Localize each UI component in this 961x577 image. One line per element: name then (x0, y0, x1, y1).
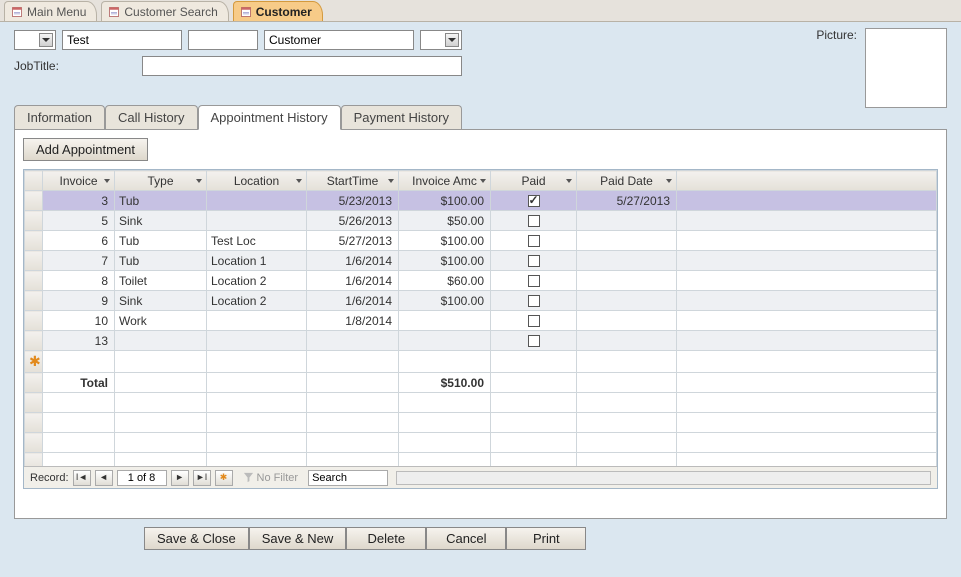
chevron-down-icon[interactable] (194, 176, 204, 186)
total-row: Total$510.00 (25, 373, 937, 393)
form-icon (108, 6, 120, 18)
col-header-invoice[interactable]: Invoice (43, 171, 115, 191)
row-selector[interactable] (25, 211, 43, 231)
picture-frame[interactable] (865, 28, 947, 108)
col-header-starttime[interactable]: StartTime (307, 171, 399, 191)
chevron-down-icon[interactable] (294, 176, 304, 186)
filter-icon (243, 472, 254, 483)
doc-tab-customer[interactable]: Customer (233, 1, 323, 21)
customer-form: JobTitle: Picture: InformationCall Histo… (0, 22, 961, 577)
row-selector[interactable] (25, 291, 43, 311)
chevron-down-icon[interactable] (564, 176, 574, 186)
col-header-invoice-amc[interactable]: Invoice Amc (399, 171, 491, 191)
nav-first-button[interactable]: I◄ (73, 470, 91, 486)
paid-checkbox[interactable] (528, 275, 540, 287)
tab-payment-history[interactable]: Payment History (341, 105, 462, 130)
form-icon (240, 6, 252, 18)
print-button[interactable]: Print (506, 527, 586, 550)
middle-name-input[interactable] (188, 30, 258, 50)
no-filter-label: No Filter (243, 472, 299, 484)
nav-prev-button[interactable]: ◄ (95, 470, 113, 486)
tab-call-history[interactable]: Call History (105, 105, 197, 130)
jobtitle-row: JobTitle: (14, 56, 947, 76)
tab-information[interactable]: Information (14, 105, 105, 130)
col-header-paid[interactable]: Paid (491, 171, 577, 191)
add-appointment-button[interactable]: Add Appointment (23, 138, 148, 161)
record-counter[interactable] (117, 470, 167, 486)
paid-checkbox[interactable] (528, 295, 540, 307)
row-selector[interactable] (25, 251, 43, 271)
paid-checkbox[interactable] (528, 315, 540, 327)
delete-button[interactable]: Delete (346, 527, 426, 550)
table-row[interactable]: 10Work1/8/2014 (25, 311, 937, 331)
doc-tab-main-menu[interactable]: Main Menu (4, 1, 97, 21)
col-header-paid-date[interactable]: Paid Date (577, 171, 677, 191)
table-row[interactable]: 5Sink5/26/2013$50.00 (25, 211, 937, 231)
picture-label: Picture: (816, 28, 857, 42)
chevron-down-icon[interactable] (39, 33, 53, 47)
jobtitle-input[interactable] (142, 56, 462, 76)
paid-checkbox[interactable] (528, 235, 540, 247)
action-buttons: Save & Close Save & New Delete Cancel Pr… (144, 527, 947, 550)
table-row[interactable]: 13 (25, 331, 937, 351)
table-row[interactable]: 9SinkLocation 21/6/2014$100.00 (25, 291, 937, 311)
col-header-type[interactable]: Type (115, 171, 207, 191)
paid-checkbox[interactable] (528, 335, 540, 347)
suffix-combo[interactable] (420, 30, 462, 50)
select-all-cell[interactable] (25, 171, 43, 191)
horizontal-scrollbar[interactable] (396, 471, 931, 485)
detail-tabs: InformationCall HistoryAppointment Histo… (14, 104, 947, 129)
table-row[interactable]: 7TubLocation 11/6/2014$100.00 (25, 251, 937, 271)
col-header-location[interactable]: Location (207, 171, 307, 191)
last-name-input[interactable] (264, 30, 414, 50)
cancel-button[interactable]: Cancel (426, 527, 506, 550)
save-close-button[interactable]: Save & Close (144, 527, 249, 550)
paid-checkbox[interactable] (528, 255, 540, 267)
form-icon (11, 6, 23, 18)
save-new-button[interactable]: Save & New (249, 527, 347, 550)
chevron-down-icon[interactable] (478, 176, 488, 186)
new-record-row[interactable]: ✱ (25, 351, 937, 373)
nav-new-button[interactable]: ✱ (215, 470, 233, 486)
nav-last-button[interactable]: ►I (193, 470, 211, 486)
row-selector[interactable] (25, 231, 43, 251)
chevron-down-icon[interactable] (102, 176, 112, 186)
table-row[interactable]: 3Tub5/23/2013$100.005/27/2013 (25, 191, 937, 211)
chevron-down-icon[interactable] (664, 176, 674, 186)
chevron-down-icon[interactable] (445, 33, 459, 47)
row-selector[interactable] (25, 191, 43, 211)
row-selector[interactable] (25, 331, 43, 351)
table-row[interactable]: 8ToiletLocation 21/6/2014$60.00 (25, 271, 937, 291)
nav-next-button[interactable]: ► (171, 470, 189, 486)
chevron-down-icon[interactable] (386, 176, 396, 186)
record-label: Record: (30, 472, 69, 484)
doc-tab-customer-search[interactable]: Customer Search (101, 1, 228, 21)
search-input[interactable] (308, 470, 388, 486)
document-tabs: Main Menu Customer Search Customer (0, 0, 961, 22)
record-navigator: Record: I◄ ◄ ► ►I ✱ No Filter (24, 466, 937, 488)
jobtitle-label: JobTitle: (14, 59, 134, 73)
tab-appointment-history[interactable]: Appointment History (198, 105, 341, 130)
prefix-combo[interactable] (14, 30, 56, 50)
paid-checkbox[interactable] (528, 215, 540, 227)
appointment-history-page: Add Appointment InvoiceTypeLocationStart… (14, 129, 947, 519)
appointments-grid[interactable]: InvoiceTypeLocationStartTimeInvoice AmcP… (23, 169, 938, 489)
row-selector[interactable] (25, 311, 43, 331)
row-selector[interactable] (25, 271, 43, 291)
paid-checkbox[interactable] (528, 195, 540, 207)
detail-tab-control: InformationCall HistoryAppointment Histo… (14, 104, 947, 519)
table-row[interactable]: 6TubTest Loc5/27/2013$100.00 (25, 231, 937, 251)
picture-box: Picture: (816, 28, 947, 108)
first-name-input[interactable] (62, 30, 182, 50)
name-row (14, 30, 947, 50)
